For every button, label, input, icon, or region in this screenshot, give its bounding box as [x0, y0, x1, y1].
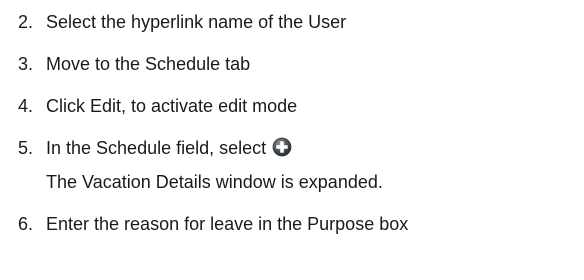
- note-text: The Vacation Details window is expanded.: [46, 172, 383, 192]
- step-text: Enter the reason for leave in the Purpos…: [46, 214, 409, 234]
- step-number: 5.: [18, 138, 34, 158]
- step-text: Move to the Schedule tab: [46, 54, 251, 74]
- step-4: 4. Click Edit, to activate edit mode: [18, 94, 578, 118]
- step-number: 4.: [18, 96, 34, 116]
- step-number: 6.: [18, 214, 34, 234]
- step-number: 3.: [18, 54, 34, 74]
- step-text: Select the hyperlink name of the User: [46, 12, 347, 32]
- step-2: 2. Select the hyperlink name of the User: [18, 10, 578, 34]
- plus-circle-icon: [272, 137, 292, 157]
- step-text: In the Schedule field, select: [46, 138, 267, 158]
- step-number: 2.: [18, 12, 34, 32]
- step-text: Click Edit, to activate edit mode: [46, 96, 298, 116]
- step-5: 5. In the Schedule field, select: [18, 136, 578, 160]
- step-3: 3. Move to the Schedule tab: [18, 52, 578, 76]
- step-5-note: The Vacation Details window is expanded.: [18, 170, 578, 194]
- step-6: 6. Enter the reason for leave in the Purp…: [18, 212, 578, 236]
- instruction-steps: 2. Select the hyperlink name of the User …: [18, 4, 578, 234]
